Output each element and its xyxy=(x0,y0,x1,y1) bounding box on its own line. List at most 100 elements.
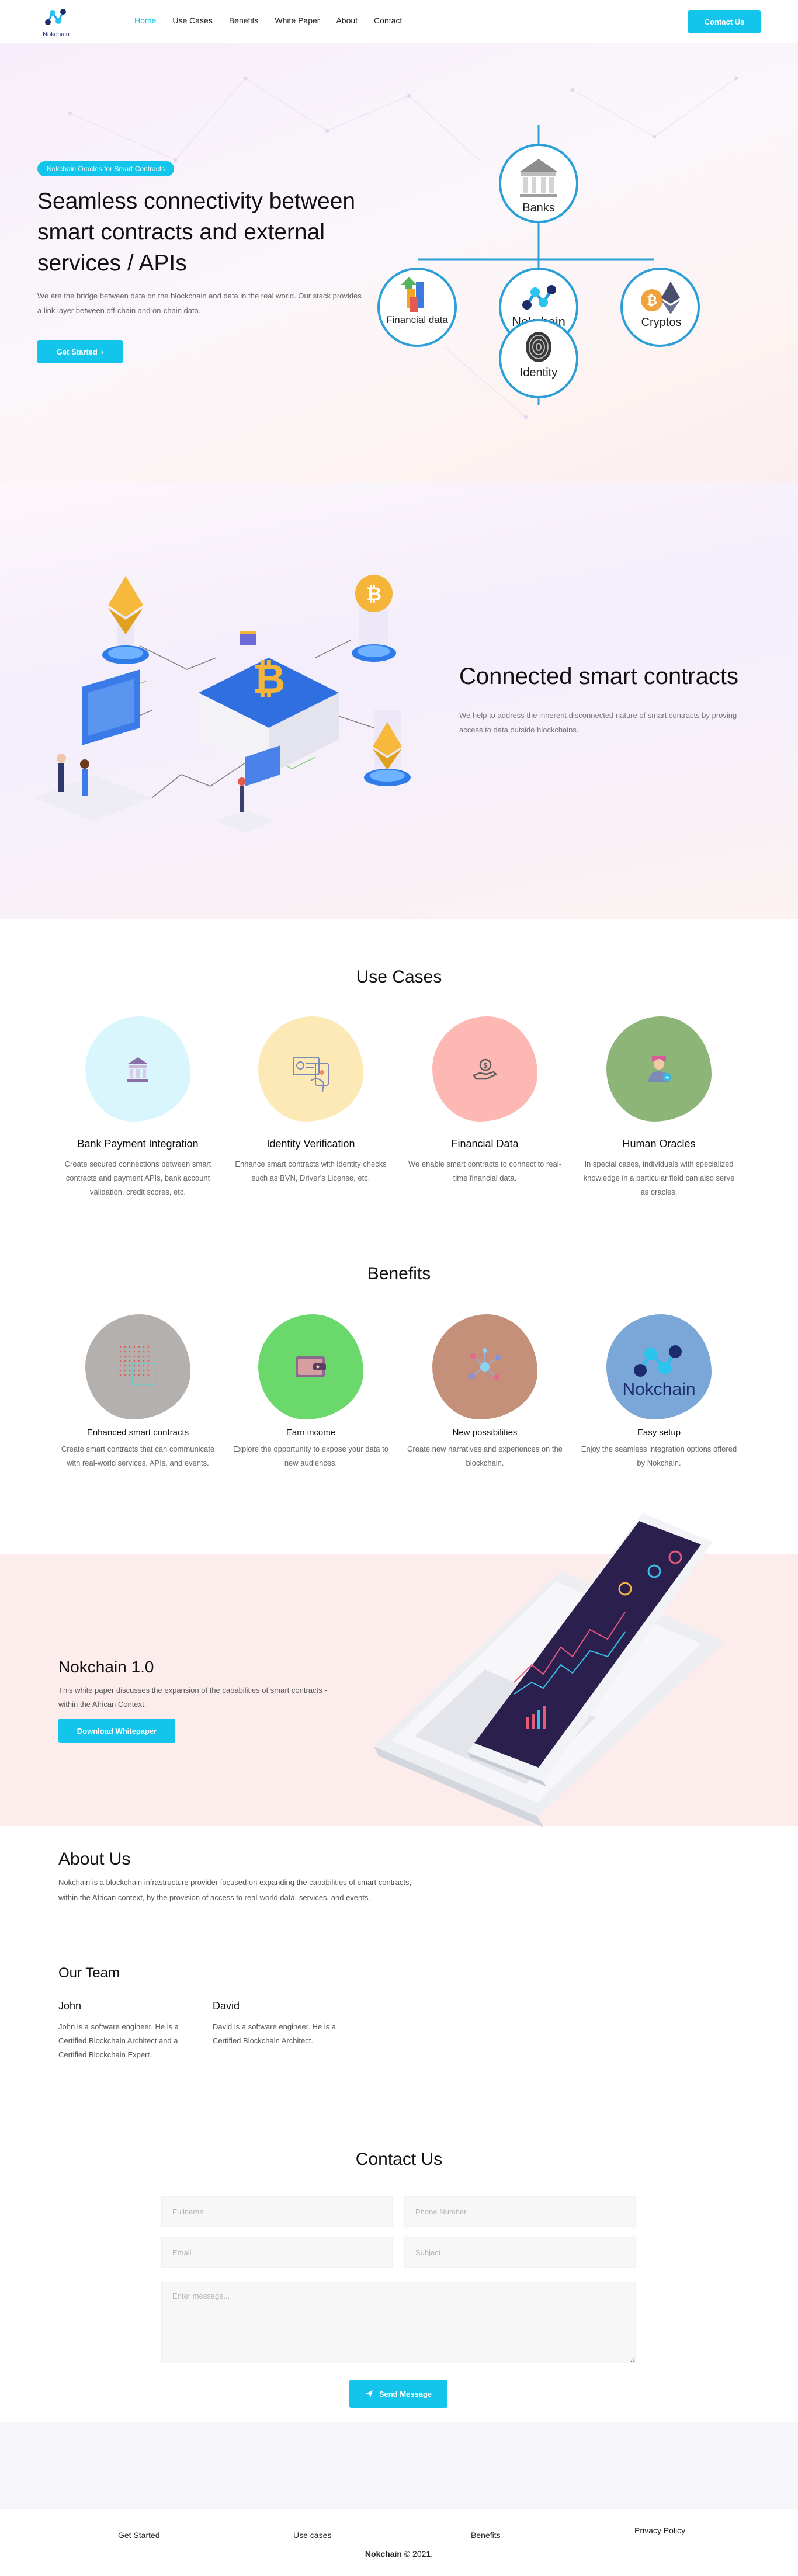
svg-text:+: + xyxy=(665,1075,669,1081)
benefit-title: Easy setup xyxy=(637,1428,681,1438)
use-case-card: + Human Oracles In special cases, indivi… xyxy=(571,1016,747,1199)
banks-node: Banks xyxy=(499,144,578,223)
footer-link-use-cases[interactable]: Use cases xyxy=(293,2530,331,2540)
contact-us-button[interactable]: Contact Us xyxy=(688,10,761,33)
connected-contracts-section: ₿ ₿ Connected smart contracts We help to… xyxy=(0,482,798,919)
cryptos-node: ₿ Cryptos xyxy=(620,268,700,347)
svg-text:$: $ xyxy=(483,1061,488,1070)
benefit-title: Enhanced smart contracts xyxy=(86,1428,189,1438)
benefit-title: New possibilities xyxy=(452,1428,518,1438)
message-field[interactable] xyxy=(161,2282,636,2363)
identity-icon xyxy=(293,1057,329,1093)
svg-text:₿: ₿ xyxy=(647,294,657,308)
fingerprint-icon xyxy=(526,332,551,362)
use-case-blob xyxy=(258,1016,363,1122)
nokchain-logo[interactable]: Nokchain xyxy=(39,7,74,38)
cryptos-node-label: Cryptos xyxy=(641,316,682,329)
identity-node: Identity xyxy=(499,319,578,398)
blockchain-isometric-illustration: ₿ ₿ xyxy=(35,575,411,833)
whitepaper-description: This white paper discusses the expansion… xyxy=(58,1686,327,1709)
benefit-card: Earn income Explore the opportunity to e… xyxy=(223,1314,398,1470)
copyright-text: © 2021. xyxy=(404,2549,433,2558)
use-case-card: Bank Payment Integration Create secured … xyxy=(50,1016,225,1199)
benefit-blob xyxy=(85,1314,190,1419)
fullname-field[interactable] xyxy=(161,2196,393,2227)
team-member-bio: David is a software engineer. He is a Ce… xyxy=(213,2022,336,2045)
use-cases-title: Use Cases xyxy=(356,967,442,987)
nav-benefits[interactable]: Benefits xyxy=(229,16,259,25)
team-member-bio: John is a software engineer. He is a Cer… xyxy=(58,2022,179,2059)
bitcoin-symbol-icon: ₿ xyxy=(252,655,285,703)
connected-title: Connected smart contracts xyxy=(459,664,738,689)
nav-home[interactable]: Home xyxy=(134,16,156,25)
use-case-text: Enhance smart contracts with identity ch… xyxy=(235,1159,387,1182)
bank-icon xyxy=(127,1057,148,1082)
workstation-illustration xyxy=(35,669,152,821)
footer-link-benefits[interactable]: Benefits xyxy=(471,2530,501,2540)
benefit-text: Create new narratives and experiences on… xyxy=(407,1445,563,1467)
whitepaper-title: Nokchain 1.0 xyxy=(58,1658,154,1676)
use-case-text: Create secured connections between smart… xyxy=(64,1159,211,1196)
bitcoin-pillar: ₿ xyxy=(352,575,396,662)
person-icon: + xyxy=(648,1056,671,1082)
site-footer xyxy=(0,2509,798,2576)
nav-contact[interactable]: Contact xyxy=(374,16,402,25)
copyright: Nokchain © 2021. xyxy=(0,2549,798,2558)
get-started-button[interactable]: Get Started › xyxy=(37,340,123,363)
site-header: Nokchain Home Use Cases Benefits White P… xyxy=(0,0,798,43)
ethereum-pillar-left xyxy=(102,576,149,664)
use-case-blob xyxy=(85,1016,190,1122)
logo-text: Nokchain xyxy=(43,31,70,38)
benefit-blob xyxy=(258,1314,363,1419)
send-message-button[interactable]: Send Message xyxy=(349,2380,447,2408)
use-case-title: Human Oracles xyxy=(622,1138,696,1150)
oracle-network-diagram: Banks Financial data Nokchain xyxy=(377,125,700,405)
identity-node-label: Identity xyxy=(520,366,557,379)
benefit-blob xyxy=(432,1314,537,1419)
team-member-name: John xyxy=(58,2000,82,2012)
footer-link-get-started[interactable]: Get Started xyxy=(118,2530,160,2540)
footer-brand: Nokchain xyxy=(365,2549,402,2558)
team-title: Our Team xyxy=(58,1965,120,1981)
download-whitepaper-button[interactable]: Download Whitepaper xyxy=(58,1719,175,1743)
svg-text:₿: ₿ xyxy=(366,583,381,605)
hero-description: We are the bridge between data on the bl… xyxy=(37,291,362,315)
benefit-title: Earn income xyxy=(286,1428,336,1438)
nav-white-paper[interactable]: White Paper xyxy=(275,16,320,25)
use-case-card: $ Financial Data We enable smart contrac… xyxy=(397,1016,573,1185)
wallet-icon xyxy=(296,1356,326,1377)
email-field[interactable] xyxy=(161,2237,393,2268)
benefit-card: New possibilities Create new narratives … xyxy=(397,1314,573,1470)
nokchain-logo: Nokchain xyxy=(622,1345,696,1399)
about-description: Nokchain is a blockchain infrastructure … xyxy=(58,1878,412,1902)
use-case-text: In special cases, individuals with speci… xyxy=(583,1159,735,1196)
network-icon xyxy=(469,1348,501,1380)
about-title: About Us xyxy=(58,1849,131,1869)
benefit-card: Enhanced smart contracts Create smart co… xyxy=(50,1314,225,1470)
phone-number-field[interactable] xyxy=(404,2196,636,2227)
nokchain-logo-text: Nokchain xyxy=(622,1380,695,1399)
benefit-card: Nokchain Easy setup Enjoy the seamless i… xyxy=(571,1314,747,1470)
connected-description: We help to address the inherent disconne… xyxy=(459,711,737,734)
grid-icon xyxy=(119,1346,156,1385)
financial-data-node-label: Financial data xyxy=(386,314,448,325)
tablet-dashboard-illustration xyxy=(374,1513,724,1827)
send-message-label: Send Message xyxy=(379,2389,432,2398)
nav-use-cases[interactable]: Use Cases xyxy=(172,16,212,25)
use-case-text: We enable smart contracts to connect to … xyxy=(408,1159,562,1182)
subject-field[interactable] xyxy=(404,2237,636,2268)
monitor-with-person xyxy=(216,745,280,833)
use-case-blob: + xyxy=(606,1016,712,1122)
benefit-text: Create smart contracts that can communic… xyxy=(61,1445,215,1467)
contact-title: Contact Us xyxy=(355,2150,443,2169)
ethereum-pillar-right xyxy=(364,710,411,786)
use-case-blob: $ xyxy=(432,1016,537,1122)
get-started-label: Get Started xyxy=(56,347,98,356)
arrow-right-icon: › xyxy=(100,347,104,356)
nav-about[interactable]: About xyxy=(336,16,358,25)
footer-spacer-band xyxy=(0,2422,798,2509)
footer-link-privacy-policy[interactable]: Privacy Policy xyxy=(634,2526,685,2535)
paper-plane-icon xyxy=(365,2390,373,2397)
hero-title: Seamless connectivity between smart cont… xyxy=(37,189,356,276)
benefit-text: Enjoy the seamless integration options o… xyxy=(581,1445,737,1467)
